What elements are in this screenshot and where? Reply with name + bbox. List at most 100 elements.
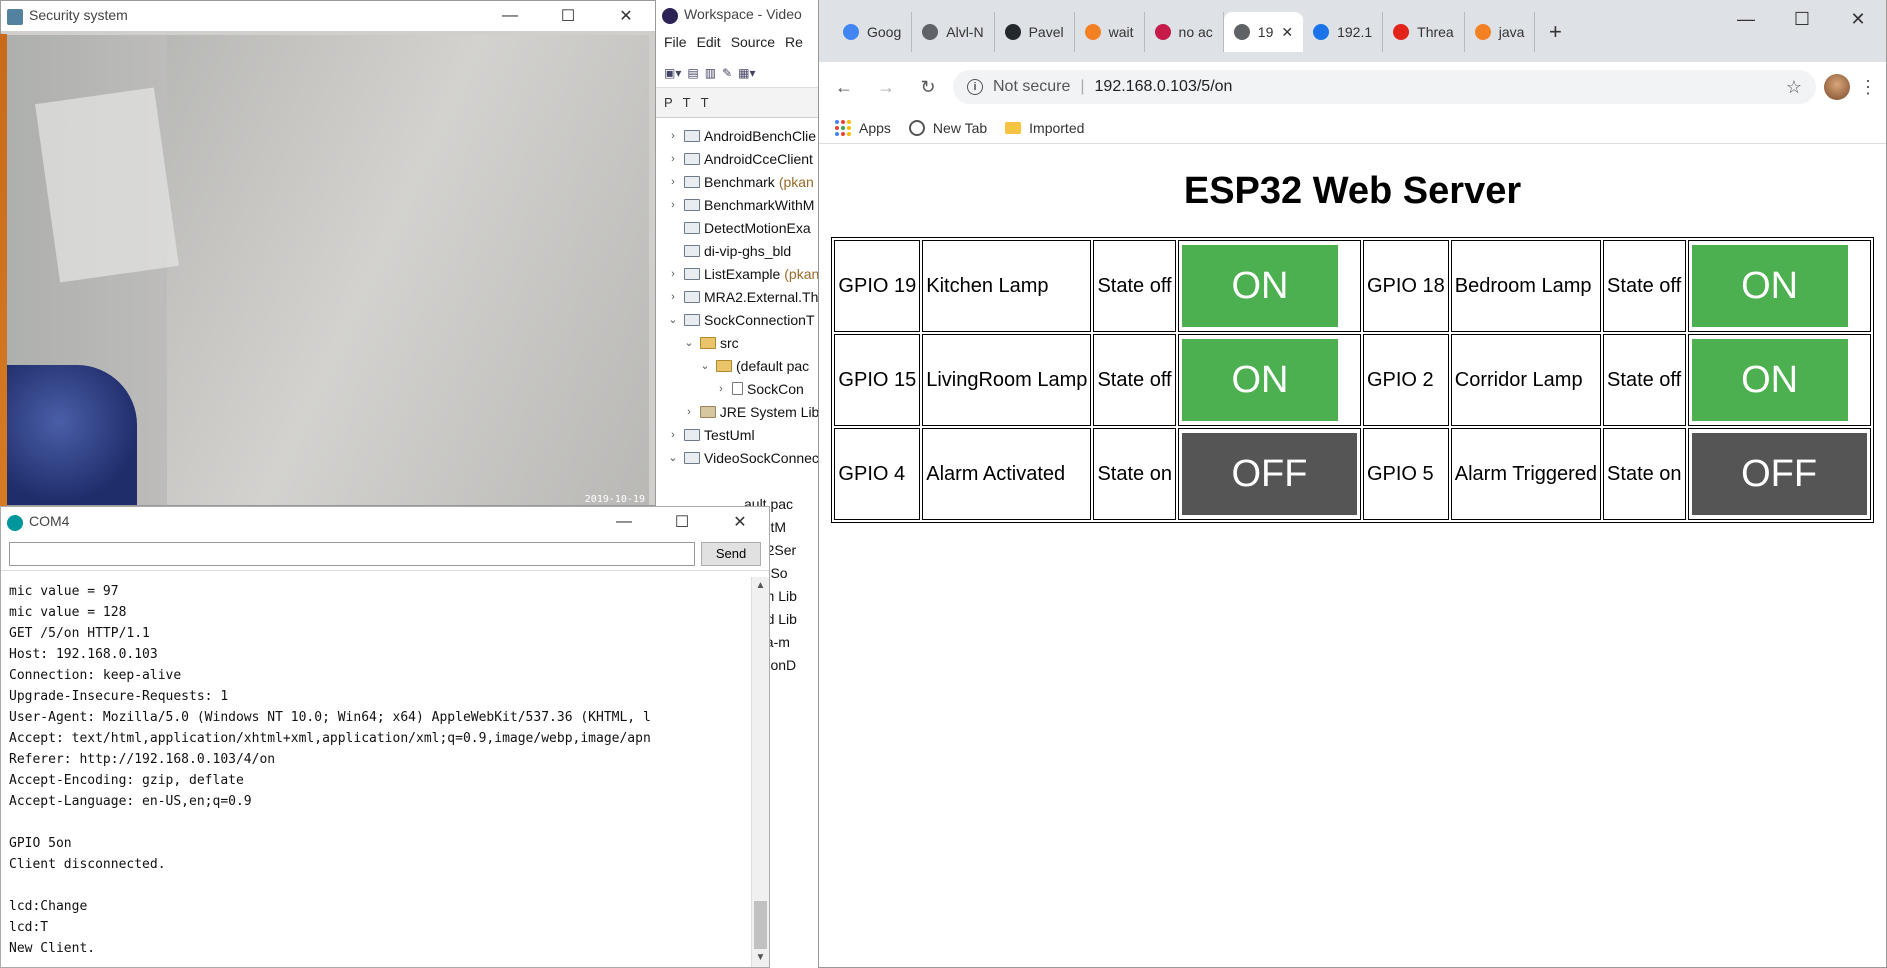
tree-item-label: TestUml: [704, 426, 755, 443]
save-all-icon[interactable]: ▥: [705, 66, 716, 80]
browser-tab[interactable]: java: [1465, 12, 1536, 52]
serial-line: [9, 875, 743, 896]
bookmark-star-icon[interactable]: ☆: [1786, 77, 1802, 98]
chevron-right-icon[interactable]: ›: [666, 176, 680, 188]
tree-item[interactable]: › ListExample (pkan: [656, 262, 824, 285]
tab-label: no ac: [1178, 24, 1213, 40]
tree-item[interactable]: › AndroidCceClient: [656, 147, 824, 170]
package-explorer-tabs: P T T: [656, 88, 824, 118]
tree-item-label: JRE System Libr: [719, 403, 824, 420]
scroll-thumb[interactable]: [754, 901, 767, 949]
chrome-maximize-button[interactable]: ☐: [1774, 0, 1830, 38]
debug-icon[interactable]: ✎: [722, 66, 732, 80]
scroll-down-icon[interactable]: ▼: [752, 949, 769, 967]
chevron-right-icon[interactable]: ›: [666, 268, 680, 280]
browser-tab[interactable]: Pavel: [995, 12, 1075, 52]
tree-item[interactable]: DetectMotionExa: [656, 216, 824, 239]
pkg-icon: [716, 359, 732, 372]
back-icon[interactable]: ←: [827, 70, 861, 104]
tree-item[interactable]: › BenchmarkWithM: [656, 193, 824, 216]
off-button[interactable]: OFF: [1691, 433, 1867, 515]
tree-item[interactable]: › MRA2.External.Th: [656, 285, 824, 308]
browser-tab[interactable]: Alvl-N: [912, 12, 995, 52]
new-tab-button[interactable]: +: [1535, 12, 1575, 52]
tree-item[interactable]: › JRE System Libr: [656, 400, 824, 423]
chevron-right-icon[interactable]: ›: [666, 429, 680, 441]
run-icon[interactable]: ▦▾: [738, 66, 755, 80]
tree-item[interactable]: ⌄ (default pac: [656, 354, 824, 377]
bookmark-imported[interactable]: Imported: [1005, 120, 1084, 136]
browser-tab[interactable]: 192.1: [1303, 12, 1384, 52]
minimize-button[interactable]: —: [481, 1, 539, 31]
tab-close-icon[interactable]: ✕: [1281, 24, 1293, 41]
gpio-label: GPIO 19: [834, 240, 921, 332]
com-minimize-button[interactable]: —: [595, 507, 653, 537]
browser-tab[interactable]: wait: [1075, 12, 1145, 52]
chevron-right-icon[interactable]: ›: [666, 153, 680, 165]
browser-tab[interactable]: Threa: [1383, 12, 1465, 52]
bookmark-apps[interactable]: Apps: [835, 119, 891, 136]
on-button[interactable]: ON: [1691, 245, 1848, 327]
menu-source[interactable]: Source: [731, 34, 775, 54]
on-button[interactable]: ON: [1181, 245, 1338, 327]
chevron-right-icon[interactable]: ›: [682, 406, 696, 418]
close-button[interactable]: ✕: [597, 1, 655, 31]
tab-package-explorer[interactable]: P: [664, 95, 673, 110]
info-icon[interactable]: i: [967, 79, 983, 95]
save-icon[interactable]: ▤: [687, 66, 698, 80]
address-bar[interactable]: i Not secure | 192.168.0.103/5/on ☆: [953, 70, 1816, 104]
serial-line: Upgrade-Insecure-Requests: 1: [9, 689, 229, 704]
maximize-button[interactable]: ☐: [539, 1, 597, 31]
tree-item[interactable]: › Benchmark (pkan: [656, 170, 824, 193]
url-text[interactable]: 192.168.0.103/5/on: [1095, 78, 1776, 96]
page-title: ESP32 Web Server: [1183, 170, 1522, 212]
chevron-right-icon[interactable]: ›: [666, 130, 680, 142]
tree-item[interactable]: › SockCon: [656, 377, 824, 400]
send-button[interactable]: Send: [701, 541, 761, 566]
chevron-down-icon[interactable]: ⌄: [698, 359, 712, 372]
chevron-down-icon[interactable]: ⌄: [666, 313, 680, 326]
device-name: LivingRoom Lamp: [922, 334, 1092, 426]
com-maximize-button[interactable]: ☐: [653, 507, 711, 537]
chrome-minimize-button[interactable]: —: [1718, 0, 1774, 38]
menu-edit[interactable]: Edit: [697, 34, 721, 54]
chevron-right-icon[interactable]: ›: [666, 199, 680, 211]
serial-line: Accept-Encoding: gzip, deflate: [9, 773, 244, 788]
chevron-right-icon[interactable]: ›: [714, 383, 728, 395]
browser-tab[interactable]: no ac: [1145, 12, 1224, 52]
reload-icon[interactable]: ↻: [911, 70, 945, 104]
tab-label: 19: [1257, 24, 1274, 40]
tree-item[interactable]: › AndroidBenchClie: [656, 124, 824, 147]
tab-type[interactable]: T: [701, 95, 709, 110]
tree-item[interactable]: ⌄ src: [656, 331, 824, 354]
tree-item[interactable]: di-vip-ghs_bld: [656, 239, 824, 262]
chevron-right-icon[interactable]: ›: [666, 291, 680, 303]
profile-avatar[interactable]: [1824, 74, 1850, 100]
chevron-down-icon[interactable]: ⌄: [682, 336, 696, 349]
java-icon: [732, 382, 743, 395]
tree-item[interactable]: [656, 469, 824, 492]
serial-line: Accept-Language: en-US,en;q=0.9: [9, 794, 252, 809]
menu-kebab-icon[interactable]: ⋮: [1858, 77, 1878, 98]
device-name: Bedroom Lamp: [1450, 240, 1602, 332]
chrome-close-button[interactable]: ✕: [1830, 0, 1886, 38]
serial-input[interactable]: [9, 541, 695, 566]
on-button[interactable]: ON: [1181, 339, 1338, 421]
on-button[interactable]: ON: [1691, 339, 1848, 421]
forward-icon[interactable]: →: [869, 70, 903, 104]
tree-item[interactable]: ⌄ VideoSockConnec: [656, 446, 824, 469]
tree-item[interactable]: › TestUml: [656, 423, 824, 446]
tree-item[interactable]: ⌄ SockConnectionT: [656, 308, 824, 331]
tab-type-hierarchy[interactable]: T: [683, 95, 691, 110]
menu-file[interactable]: File: [664, 34, 687, 54]
serial-scrollbar[interactable]: ▲ ▼: [751, 577, 769, 967]
scroll-up-icon[interactable]: ▲: [752, 577, 769, 595]
browser-tab[interactable]: Goog: [833, 12, 913, 52]
new-icon[interactable]: ▣▾: [664, 66, 681, 80]
com-close-button[interactable]: ✕: [711, 507, 769, 537]
tab-active[interactable]: 19 ✕: [1223, 12, 1304, 52]
off-button[interactable]: OFF: [1181, 433, 1357, 515]
menu-refactor[interactable]: Re: [785, 34, 803, 54]
chevron-down-icon[interactable]: ⌄: [666, 451, 680, 464]
bookmark-new-tab[interactable]: New Tab: [908, 119, 987, 136]
